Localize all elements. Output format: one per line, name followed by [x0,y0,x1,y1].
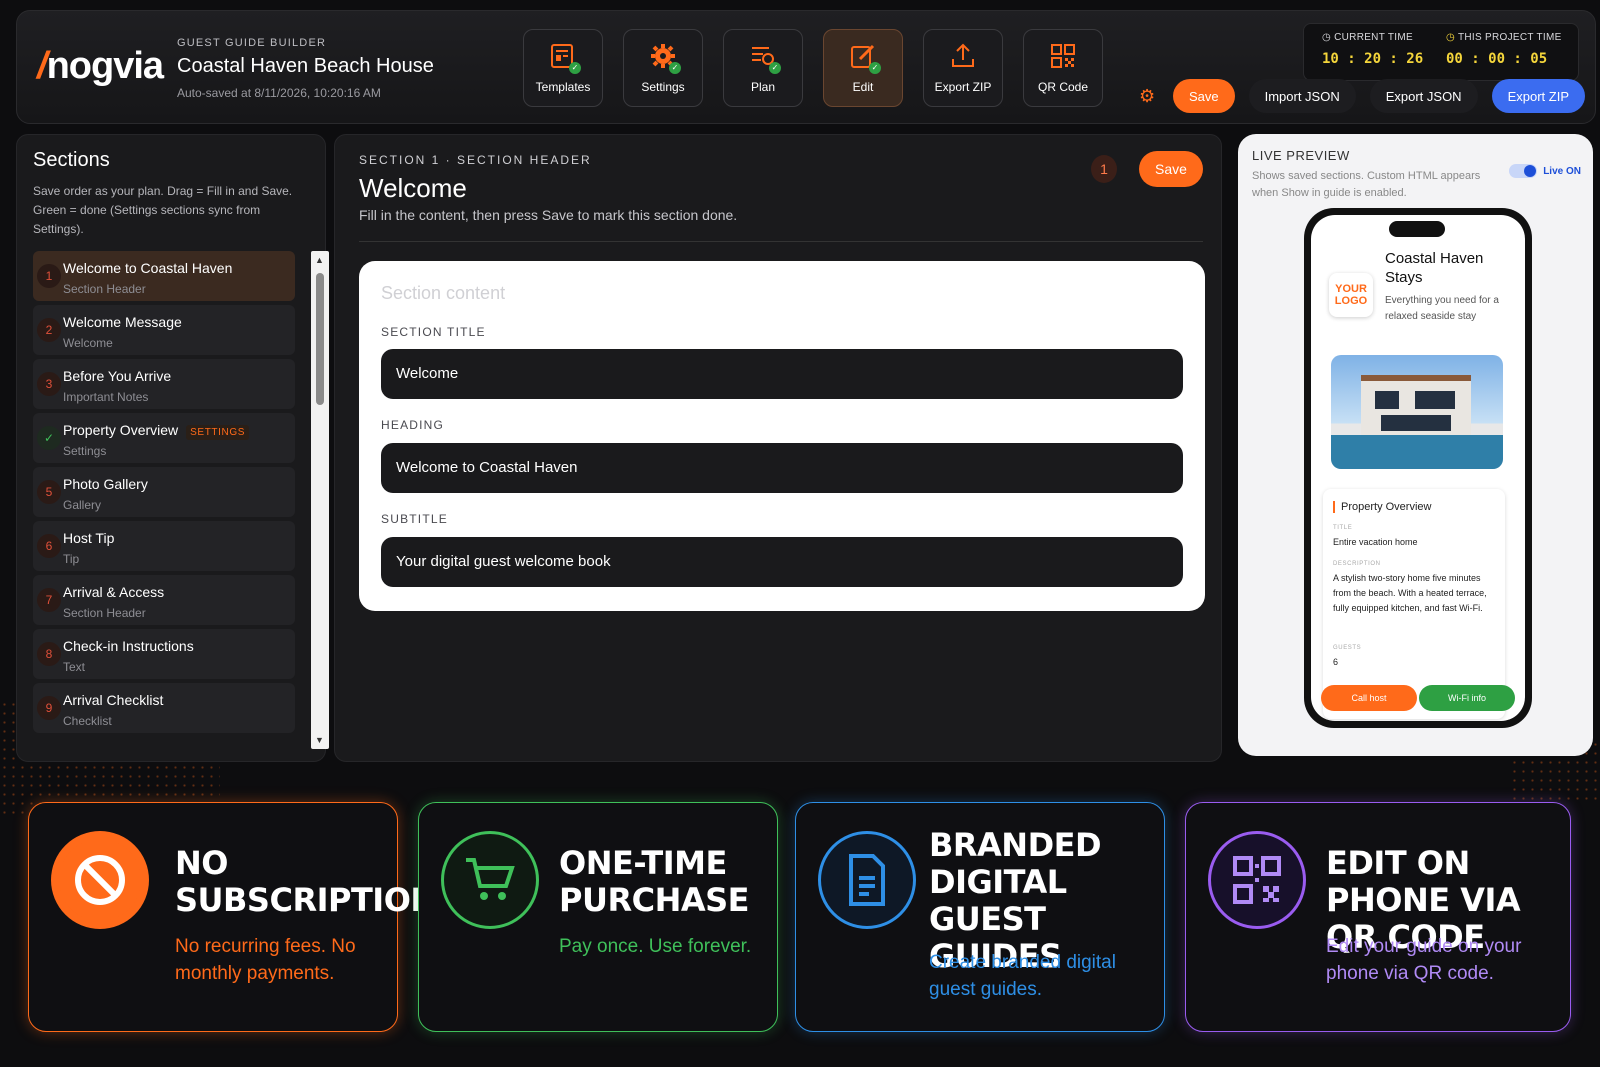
divider [359,241,1203,242]
feature-card-no-subscription: NO SUBSCRIPTION No recurring fees. No mo… [28,802,437,1032]
guide-subtitle: Everything you need for a relaxed seasid… [1385,295,1499,322]
logo-placeholder: YOUR LOGO [1329,273,1373,317]
cart-icon [441,831,539,929]
phone-mockup: YOUR LOGO Coastal Haven Stays Everything… [1304,208,1532,728]
property-photo [1331,355,1503,469]
preview-title: LIVE PREVIEW [1252,148,1350,163]
scrollbar-thumb[interactable] [316,273,324,405]
section-number-badge: 1 [1091,155,1117,183]
header-actions: ⚙ Save Import JSON Export JSON Export ZI… [1139,79,1585,113]
time-display: ◷ CURRENT TIME 10 : 20 : 26 ◷ THIS PROJE… [1303,23,1579,81]
section-item[interactable]: 7 Arrival & Access Section Header [33,575,295,625]
qr-code-icon [1049,42,1077,70]
settings-button[interactable]: ✓ Settings [623,29,703,107]
section-content-card: Section content SECTION TITLE Welcome HE… [359,261,1205,611]
feature-title: NO SUBSCRIPTION [175,844,437,919]
feature-card-branded-guides: BRANDED DIGITAL GUEST GUIDES Create bran… [795,802,1165,1032]
section-save-button[interactable]: Save [1139,151,1203,187]
export-json-button[interactable]: Export JSON [1369,79,1478,113]
export-zip-button[interactable]: Export ZIP [1491,79,1585,113]
qr-code-icon [1208,831,1306,929]
guide-title: Coastal Haven Stays [1385,250,1484,286]
gear-icon: ✓ [649,42,681,74]
plan-list-icon: ✓ [749,42,781,74]
sections-list: 1 Welcome to Coastal Haven Section Header … [33,251,295,749]
project-time: ◷ THIS PROJECT TIME 00 : 00 : 05 [1446,32,1562,67]
sections-scrollbar[interactable]: ▲ ▼ [311,251,329,749]
no-sign-icon [51,831,149,929]
preview-description: Shows saved sections. Custom HTML appear… [1252,170,1481,199]
section-item[interactable]: 8 Check-in Instructions Text [33,629,295,679]
toggle-switch[interactable] [1509,164,1538,178]
section-title-input[interactable]: Welcome [381,349,1183,399]
template-icon: ✓ [549,42,581,74]
top-bar: /nogvia GUEST GUIDE BUILDER Coastal Have… [16,10,1596,124]
feature-subtitle: Edit your guide on your phone via QR cod… [1326,936,1522,984]
edit-button[interactable]: ✓ Edit [823,29,903,107]
feature-card-one-time-purchase: ONE-TIME PURCHASE Pay once. Use forever. [418,802,778,1032]
project-info: GUEST GUIDE BUILDER Coastal Haven Beach … [177,37,434,100]
settings-badge: SETTINGS [186,425,249,440]
import-json-button[interactable]: Import JSON [1248,79,1356,113]
timer-icon: ◷ [1446,32,1456,43]
phone-screen: YOUR LOGO Coastal Haven Stays Everything… [1311,215,1525,721]
section-item[interactable]: 2 Welcome Message Welcome [33,305,295,355]
section-item[interactable]: 3 Before You Arrive Important Notes [33,359,295,409]
editor-panel: SECTION 1 · SECTION HEADER Welcome Fill … [334,134,1222,762]
sections-description: Save order as your plan. Drag = Fill in … [33,184,293,236]
plan-button[interactable]: ✓ Plan [723,29,803,107]
heading-input[interactable]: Welcome to Coastal Haven [381,443,1183,493]
subtitle-input[interactable]: Your digital guest welcome book [381,537,1183,587]
workflow-toolbar: ✓ Templates ✓ Settings ✓ Plan ✓ Edit Exp… [523,29,1103,107]
section-item[interactable]: 6 Host Tip Tip [33,521,295,571]
feature-card-edit-via-qr: EDIT ON PHONE VIA QR CODE Edit your guid… [1185,802,1571,1032]
sections-title: Sections [33,149,110,171]
field-label: HEADING [381,418,445,432]
live-preview-panel: LIVE PREVIEW Shows saved sections. Custo… [1238,134,1593,756]
clock-icon: ◷ [1322,32,1332,43]
section-item[interactable]: 1 Welcome to Coastal Haven Section Header [33,251,295,301]
call-host-button[interactable]: Call host [1321,685,1417,711]
scroll-up-icon[interactable]: ▲ [315,255,324,265]
field-label: SUBTITLE [381,512,448,526]
qr-code-button[interactable]: QR Code [1023,29,1103,107]
current-time: ◷ CURRENT TIME 10 : 20 : 26 [1322,32,1424,67]
editor-hint: Fill in the content, then press Save to … [359,207,738,223]
upload-icon [949,42,977,70]
section-eyebrow: SECTION 1 · SECTION HEADER [359,153,592,167]
feature-subtitle: No recurring fees. No monthly payments. [175,936,356,984]
document-icon [818,831,916,929]
templates-button[interactable]: ✓ Templates [523,29,603,107]
logo: /nogvia [37,45,164,87]
feature-subtitle: Pay once. Use forever. [559,936,752,957]
gear-icon[interactable]: ⚙ [1139,86,1159,107]
project-title: Coastal Haven Beach House [177,55,434,77]
autosave-status: Auto-saved at 8/11/2026, 10:20:16 AM [177,86,381,100]
section-title: Welcome [359,173,467,203]
app-eyebrow: GUEST GUIDE BUILDER [177,37,327,49]
sections-panel: Sections Save order as your plan. Drag =… [16,134,329,762]
section-item[interactable]: 5 Photo Gallery Gallery [33,467,295,517]
check-icon: ✓ [37,426,61,450]
scroll-down-icon[interactable]: ▼ [315,735,324,745]
feature-subtitle: Create branded digital guest guides. [929,952,1116,1000]
section-item[interactable]: 9 Arrival Checklist Checklist [33,683,295,733]
wifi-info-button[interactable]: Wi-Fi info [1419,685,1515,711]
save-button[interactable]: Save [1172,79,1235,113]
card-placeholder: Section content [381,283,506,303]
section-item[interactable]: ✓ Property Overview SETTINGS Settings [33,413,295,463]
live-toggle[interactable]: Live ON [1509,164,1581,178]
export-zip-tool-button[interactable]: Export ZIP [923,29,1003,107]
feature-title: ONE-TIME PURCHASE [559,844,750,919]
edit-icon: ✓ [849,42,881,74]
phone-notch [1389,221,1445,237]
field-label: SECTION TITLE [381,325,486,339]
